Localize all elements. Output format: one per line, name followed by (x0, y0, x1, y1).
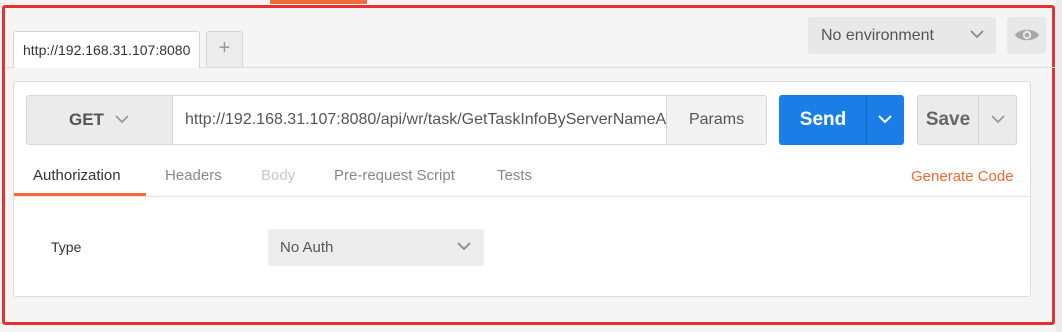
request-tab-label: http://192.168.31.107:8080 (23, 42, 191, 58)
save-options-button[interactable] (978, 95, 1017, 145)
chevron-down-icon (991, 115, 1005, 124)
url-input[interactable]: http://192.168.31.107:8080/api/wr/task/G… (172, 95, 667, 145)
auth-type-label: Type (51, 239, 82, 255)
auth-type-select[interactable]: No Auth (268, 229, 484, 266)
scrollbar-track[interactable] (1056, 0, 1062, 332)
tab-headers[interactable]: Headers (165, 167, 222, 185)
eye-icon (1015, 29, 1039, 41)
send-button-label: Send (799, 109, 847, 130)
chevron-down-icon (970, 30, 984, 39)
generate-code-link[interactable]: Generate Code (911, 168, 1014, 185)
plus-icon: + (218, 37, 231, 59)
new-tab-button[interactable]: + (206, 31, 243, 67)
tab-body: Body (261, 167, 296, 184)
auth-type-select-value: No Auth (280, 239, 334, 256)
params-button-label: Params (688, 111, 745, 128)
tab-authorization[interactable]: Authorization (33, 167, 121, 185)
params-button[interactable]: Params (666, 95, 767, 145)
url-input-value: http://192.168.31.107:8080/api/wr/task/G… (185, 111, 667, 128)
environment-quick-look-button[interactable] (1007, 17, 1046, 54)
send-button[interactable]: Send (779, 95, 867, 145)
active-indicator-bar (270, 0, 367, 4)
subtab-divider (14, 196, 1030, 197)
environment-select-value: No environment (821, 27, 934, 44)
tab-pre-request-script[interactable]: Pre-request Script (334, 167, 455, 185)
tab-tests[interactable]: Tests (497, 167, 532, 185)
save-button[interactable]: Save (917, 95, 979, 145)
environment-select[interactable]: No environment (808, 17, 996, 54)
chevron-down-icon (457, 242, 471, 251)
method-select[interactable]: GET (26, 95, 173, 145)
chevron-down-icon (115, 115, 129, 124)
chevron-down-icon (878, 115, 892, 124)
request-tab[interactable]: http://192.168.31.107:8080 (13, 31, 200, 68)
save-button-label: Save (925, 109, 971, 130)
send-options-button[interactable] (866, 95, 904, 145)
method-select-value: GET (69, 110, 104, 129)
